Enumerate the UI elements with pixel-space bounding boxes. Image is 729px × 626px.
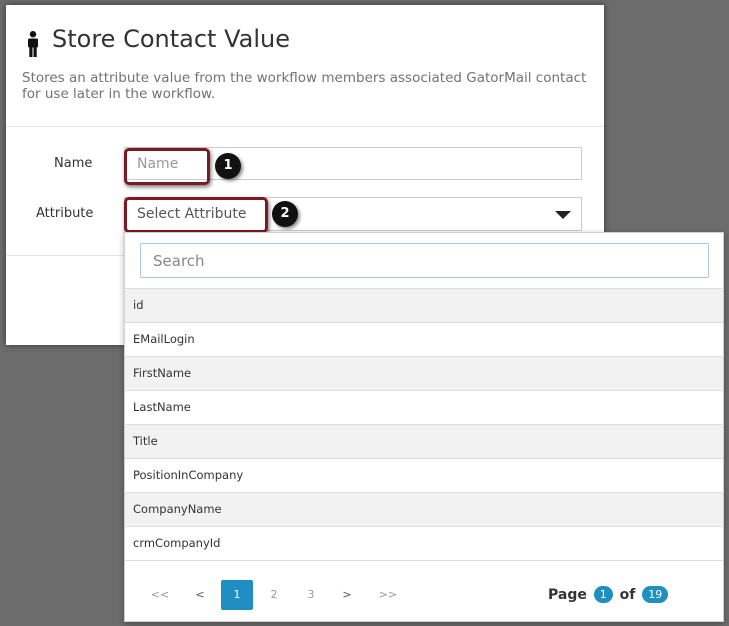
first-page-button[interactable]: << (145, 580, 175, 610)
current-page-badge: 1 (593, 586, 613, 603)
callout-highlight-attribute (124, 197, 268, 233)
page-3-button[interactable]: 3 (296, 580, 326, 610)
attribute-search-input[interactable] (140, 243, 709, 278)
name-label: Name (54, 156, 93, 171)
option-item[interactable]: PositionInCompany (125, 459, 723, 493)
page-1-button[interactable]: 1 (221, 580, 253, 610)
next-page-button[interactable]: > (332, 580, 362, 610)
total-pages-badge: 19 (642, 586, 669, 603)
option-item[interactable]: LastName (125, 391, 723, 425)
person-icon (28, 31, 38, 57)
of-word: of (619, 586, 636, 603)
last-page-button[interactable]: >> (373, 580, 403, 610)
page-indicator: Page 1 of 19 (548, 586, 670, 603)
pagination: << < 1 2 3 > >> Page 1 of 19 (125, 580, 723, 612)
option-item[interactable]: FirstName (125, 357, 723, 391)
caret-down-icon[interactable] (555, 211, 571, 219)
callout-number-2: 2 (272, 201, 298, 227)
attribute-label: Attribute (36, 206, 94, 221)
dialog-header: Store Contact Value Stores an attribute … (6, 5, 604, 127)
option-item[interactable]: id (125, 289, 723, 323)
prev-page-button[interactable]: < (185, 580, 215, 610)
dialog-description: Stores an attribute value from the workf… (22, 70, 587, 102)
option-item[interactable]: EMailLogin (125, 323, 723, 357)
callout-highlight-name (124, 148, 210, 185)
option-item[interactable]: Title (125, 425, 723, 459)
option-item[interactable]: crmCompanyId (125, 527, 723, 561)
attribute-dropdown: id EMailLogin FirstName LastName Title P… (124, 232, 724, 622)
attribute-option-list: id EMailLogin FirstName LastName Title P… (125, 288, 723, 561)
option-item[interactable]: CompanyName (125, 493, 723, 527)
dialog-title: Store Contact Value (52, 25, 290, 53)
page-word: Page (548, 586, 587, 603)
page-2-button[interactable]: 2 (259, 580, 289, 610)
callout-number-1: 1 (215, 153, 241, 179)
